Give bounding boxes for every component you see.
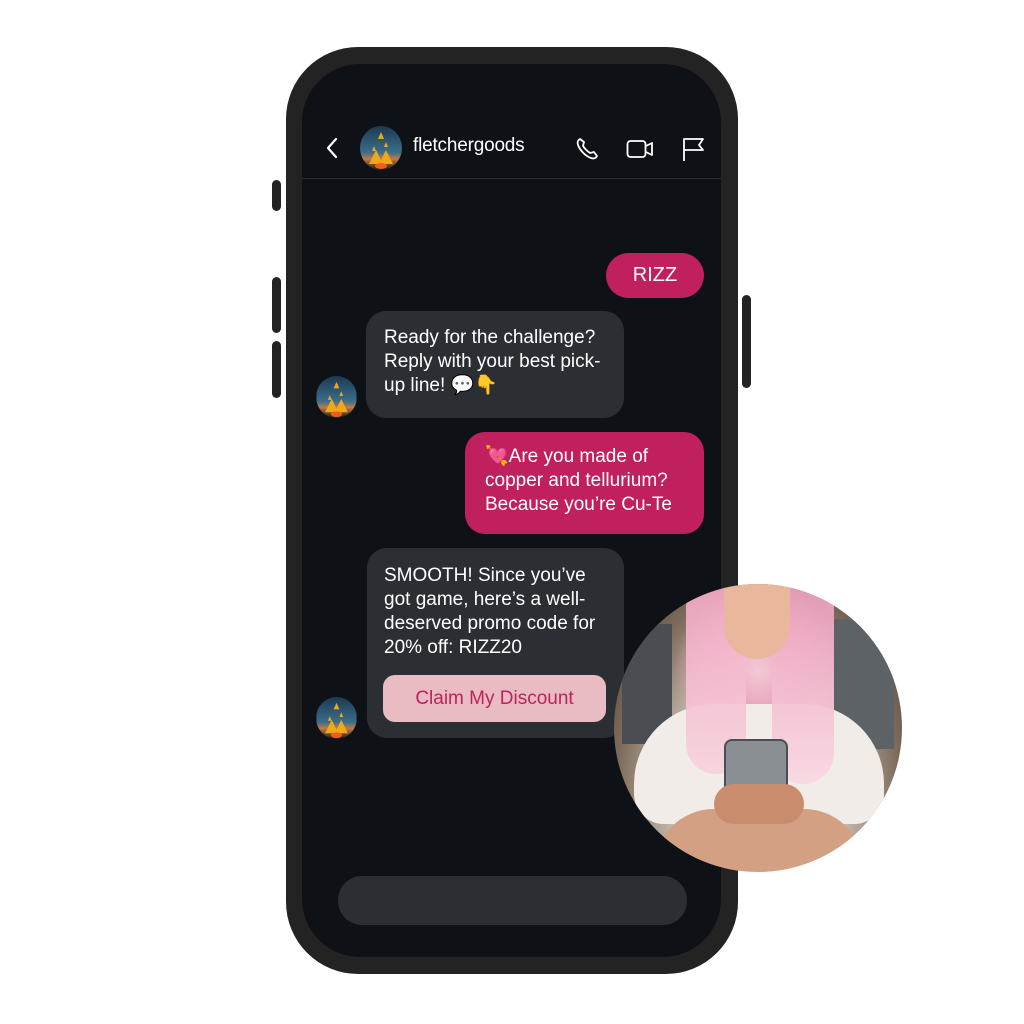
message-text: SMOOTH! Since you’ve got game, here’s a … bbox=[384, 565, 596, 658]
volume-up-button bbox=[272, 277, 281, 333]
person-holding-phone-photo bbox=[614, 584, 902, 872]
sent-message: RIZZ bbox=[606, 253, 704, 298]
message-input[interactable] bbox=[338, 876, 687, 925]
volume-down-button bbox=[272, 341, 281, 398]
sender-avatar[interactable] bbox=[316, 697, 357, 739]
received-message: Ready for the challenge? Reply with your… bbox=[366, 311, 624, 418]
silent-switch bbox=[272, 180, 281, 211]
power-button bbox=[742, 295, 751, 388]
back-icon[interactable] bbox=[324, 136, 340, 160]
video-camera-icon[interactable] bbox=[626, 136, 654, 162]
chat-header: fletchergoods bbox=[302, 64, 721, 179]
received-message: SMOOTH! Since you’ve got game, here’s a … bbox=[367, 548, 624, 738]
photo-hands bbox=[714, 784, 804, 824]
photo-face bbox=[724, 584, 790, 659]
campfire-logo-icon bbox=[360, 126, 402, 170]
campfire-logo-icon bbox=[316, 376, 357, 418]
claim-discount-button[interactable]: Claim My Discount bbox=[383, 675, 606, 722]
campfire-logo-icon bbox=[316, 697, 357, 739]
flag-icon[interactable] bbox=[681, 136, 707, 162]
contact-avatar[interactable] bbox=[360, 126, 402, 170]
phone-icon[interactable] bbox=[574, 136, 600, 162]
sender-avatar[interactable] bbox=[316, 376, 357, 418]
sent-message: 💘Are you made of copper and tellurium? B… bbox=[465, 432, 704, 534]
contact-name[interactable]: fletchergoods bbox=[413, 135, 525, 157]
